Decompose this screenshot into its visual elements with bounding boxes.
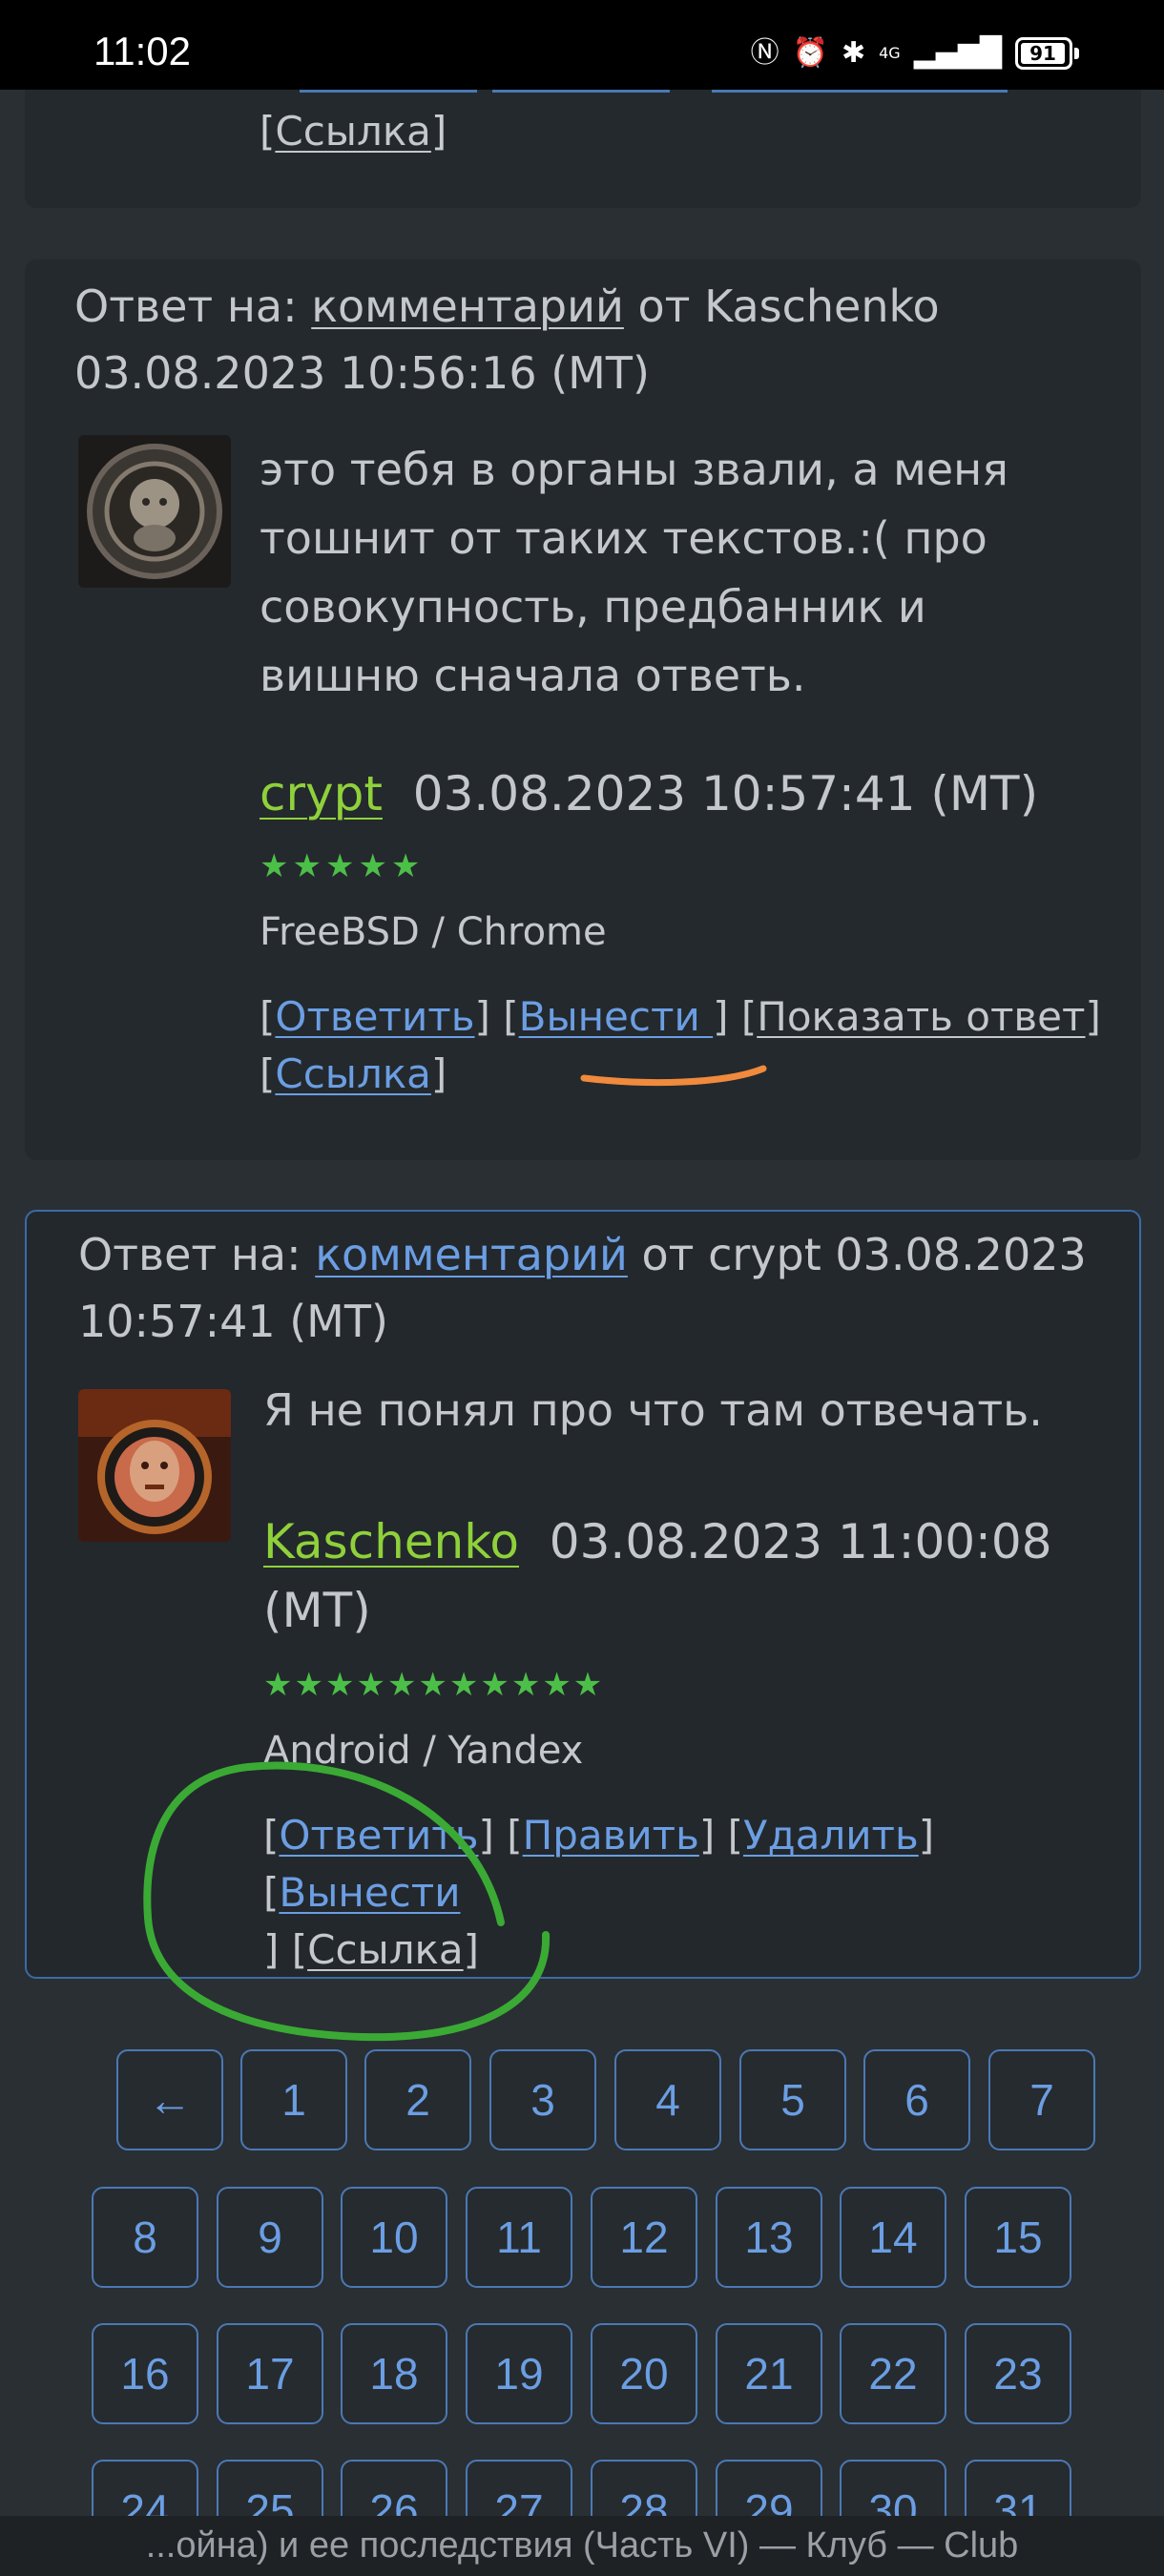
rating-stars: ★★★★★★★★★★★	[263, 1666, 605, 1704]
previous-comment-card: [Ссылка]	[25, 90, 1141, 208]
platform-info: FreeBSD / Chrome	[260, 910, 607, 954]
status-bar: 11:02 Ⓝ ⏰ ✱ 4G ▂▄▆█ 91	[0, 0, 1164, 90]
network-type: 4G	[879, 44, 901, 62]
page-button[interactable]: 7	[988, 2049, 1095, 2150]
page-button[interactable]: 16	[92, 2323, 198, 2424]
page-button[interactable]: 14	[840, 2187, 946, 2288]
page-button[interactable]: 18	[341, 2323, 447, 2424]
reply-date: 10:57:41 (MT)	[78, 1296, 388, 1347]
page-button[interactable]: 17	[217, 2323, 323, 2424]
link-underline-fragment	[300, 90, 477, 93]
link-button[interactable]: Ссылка	[307, 1926, 464, 1973]
signal-icon: ▂▄▆█	[913, 36, 1002, 70]
reply-date: 03.08.2023 10:56:16 (MT)	[74, 347, 650, 399]
link-underline-fragment	[712, 90, 1008, 93]
reply-button[interactable]: Ответить	[279, 1812, 478, 1859]
comment-text: Я не понял про что там отвечать.	[263, 1384, 1043, 1436]
comment-card-highlighted: Ответ на: комментарий от crypt 03.08.202…	[25, 1210, 1141, 1979]
comment-actions: [Ответить] [Вынести ] [Показать ответ] […	[260, 993, 1101, 1097]
move-button[interactable]: Вынести	[279, 1869, 460, 1916]
delete-button[interactable]: Удалить	[743, 1812, 919, 1859]
rating-stars: ★★★★★	[260, 847, 425, 885]
page-button[interactable]: 23	[965, 2323, 1071, 2424]
page-button[interactable]: 12	[591, 2187, 697, 2288]
page-button[interactable]: 10	[341, 2187, 447, 2288]
reply-meta: от crypt 03.08.2023	[641, 1229, 1087, 1280]
reply-header: Ответ на: комментарий от Kaschenko 03.08…	[74, 273, 1103, 406]
page-button[interactable]: 15	[965, 2187, 1071, 2288]
page-button[interactable]: 20	[591, 2323, 697, 2424]
edit-button[interactable]: Править	[523, 1812, 699, 1859]
page-button[interactable]: 9	[217, 2187, 323, 2288]
page-button[interactable]: 22	[840, 2323, 946, 2424]
page-button[interactable]: 11	[466, 2187, 572, 2288]
page-button[interactable]: 19	[466, 2323, 572, 2424]
battery-icon: 91	[1015, 37, 1079, 70]
reply-prefix: Ответ на:	[74, 280, 298, 332]
previous-comment-link-line: [Ссылка]	[260, 108, 447, 155]
page-button[interactable]: 8	[92, 2187, 198, 2288]
avatar[interactable]	[78, 1389, 231, 1542]
clock: 11:02	[94, 29, 191, 73]
author-link[interactable]: Kaschenko	[263, 1514, 519, 1569]
comment-text: это тебя в органы звали, а меня тошнит о…	[260, 444, 1008, 701]
link-underline-fragment	[492, 90, 670, 93]
comment-date-suffix: (MT)	[263, 1583, 371, 1638]
page-button[interactable]: 5	[739, 2049, 846, 2150]
comment-card: Ответ на: комментарий от Kaschenko 03.08…	[25, 260, 1141, 1160]
author-line: crypt 03.08.2023 10:57:41 (MT)	[260, 759, 1038, 828]
move-button[interactable]: Вынести	[519, 993, 713, 1040]
reply-meta: от Kaschenko	[637, 280, 940, 332]
author-line: Kaschenko 03.08.2023 11:00:08 (MT)	[263, 1507, 1052, 1645]
reply-prefix: Ответ на:	[78, 1229, 301, 1280]
alarm-icon: ⏰	[792, 36, 828, 70]
nfc-icon: Ⓝ	[750, 36, 779, 70]
page-button[interactable]: 3	[489, 2049, 596, 2150]
reply-button[interactable]: Ответить	[275, 993, 474, 1040]
page-button[interactable]: 6	[863, 2049, 970, 2150]
page-button[interactable]: 2	[364, 2049, 471, 2150]
show-reply-button[interactable]: Показать ответ	[757, 993, 1085, 1040]
author-link[interactable]: crypt	[260, 766, 383, 821]
reply-header: Ответ на: комментарий от crypt 03.08.202…	[78, 1221, 1101, 1355]
page-button[interactable]: 21	[716, 2323, 822, 2424]
page-button[interactable]: 13	[716, 2187, 822, 2288]
page-title-bar: ...ойна) и ее последствия (Часть VI) — К…	[0, 2516, 1164, 2576]
battery-level: 91	[1021, 43, 1065, 64]
platform-info: Android / Yandex	[263, 1729, 584, 1773]
bluetooth-icon: ✱	[841, 36, 866, 70]
link-button[interactable]: Ссылка	[275, 108, 431, 155]
comment-date: 03.08.2023 11:00:08	[549, 1514, 1052, 1569]
prev-page-button[interactable]: ←	[116, 2049, 223, 2150]
page-button[interactable]: 1	[240, 2049, 347, 2150]
comment-actions: [Ответить] [Править] [Удалить] [Вынести]…	[263, 1812, 935, 1973]
reply-comment-link[interactable]: комментарий	[311, 280, 624, 332]
status-icons: Ⓝ ⏰ ✱ 4G ▂▄▆█ 91	[750, 34, 1079, 73]
reply-comment-link[interactable]: комментарий	[315, 1229, 628, 1280]
page-button[interactable]: 4	[614, 2049, 721, 2150]
avatar[interactable]	[78, 435, 231, 588]
link-button[interactable]: Ссылка	[275, 1050, 431, 1097]
comment-date: 03.08.2023 10:57:41 (MT)	[412, 766, 1039, 821]
